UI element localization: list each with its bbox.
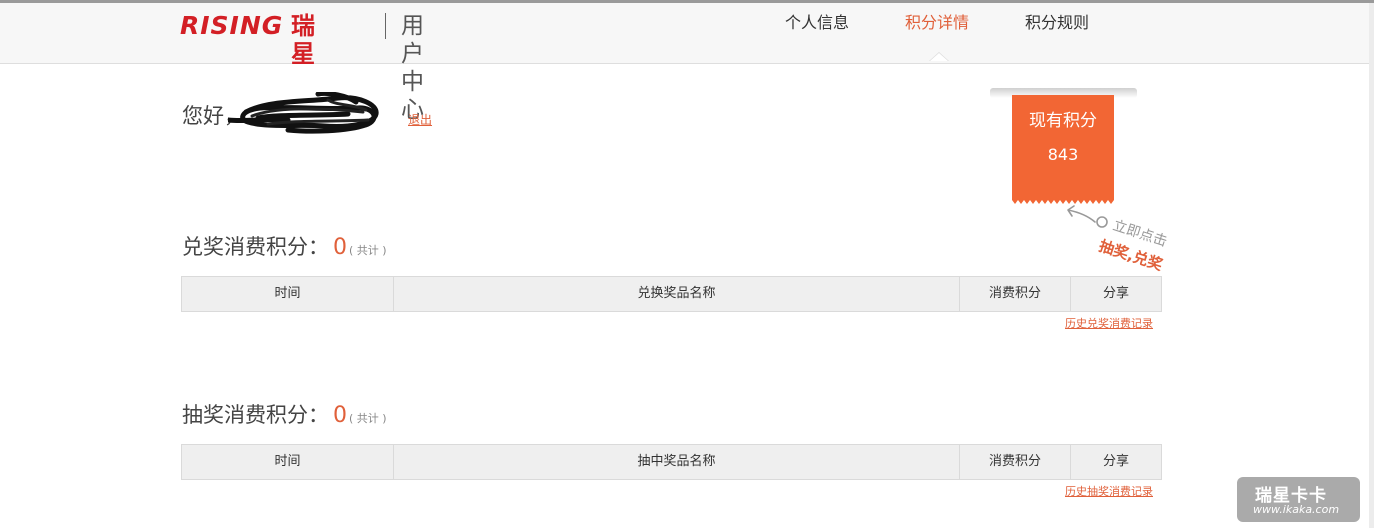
current-points-label: 现有积分 <box>1029 111 1097 131</box>
nav-personal-info[interactable]: 个人信息 <box>785 13 849 33</box>
lottery-history-link[interactable]: 历史抽奖消费记录 <box>1065 483 1153 499</box>
lottery-table-header: 时间 抽中奖品名称 消费积分 分享 <box>181 444 1162 480</box>
logo-divider <box>385 13 386 39</box>
page-header: RISING 瑞星 用户中心 个人信息 积分详情 积分规则 <box>0 3 1374 123</box>
lottery-total-value: 0 <box>333 403 347 428</box>
lottery-total-label: ( 共计 ) <box>349 412 387 425</box>
column-share: 分享 <box>1102 286 1129 301</box>
active-tab-pointer <box>930 53 948 61</box>
redeem-total-label: ( 共计 ) <box>349 244 387 257</box>
redeem-table-header: 时间 兑换奖品名称 消费积分 分享 <box>181 276 1162 312</box>
current-points-value: 843 <box>1047 145 1079 164</box>
scrollbar[interactable] <box>1369 3 1374 528</box>
nav-points-rules[interactable]: 积分规则 <box>1025 13 1089 33</box>
redeem-history-link[interactable]: 历史兑奖消费记录 <box>1065 315 1153 331</box>
redacted-username-scribble <box>228 92 379 134</box>
column-time: 时间 <box>182 445 394 479</box>
logo-text-cn: 瑞星 <box>291 12 315 68</box>
column-points-spent: 消费积分 <box>960 445 1071 479</box>
logout-link[interactable]: 退出 <box>408 111 432 128</box>
logo-text-en: RISING <box>180 11 284 40</box>
column-prize-name: 兑换奖品名称 <box>394 277 960 311</box>
redeem-section-title: 兑奖消费积分： 0( 共计 ) <box>182 234 387 264</box>
curved-arrow-icon <box>1067 205 1096 223</box>
nav-points-details[interactable]: 积分详情 <box>905 13 969 33</box>
site-subtitle: 用户中心 <box>401 13 424 123</box>
redeem-total-value: 0 <box>333 235 347 260</box>
column-time: 时间 <box>182 277 394 311</box>
lottery-hint-callout[interactable]: 立即点击 抽奖,兑奖 <box>1050 202 1180 277</box>
watermark-url: www.ikaka.com <box>1253 503 1340 516</box>
current-points-badge[interactable]: 现有积分 843 <box>1012 95 1114 199</box>
redeem-title-text: 兑奖消费积分： <box>182 235 329 259</box>
lottery-title-text: 抽奖消费积分： <box>182 403 329 427</box>
lottery-section-title: 抽奖消费积分： 0( 共计 ) <box>182 402 387 432</box>
site-watermark: 瑞星卡卡 www.ikaka.com <box>1237 477 1360 522</box>
column-points-spent: 消费积分 <box>960 277 1071 311</box>
column-share: 分享 <box>1102 454 1129 469</box>
column-prize-name: 抽中奖品名称 <box>394 445 960 479</box>
